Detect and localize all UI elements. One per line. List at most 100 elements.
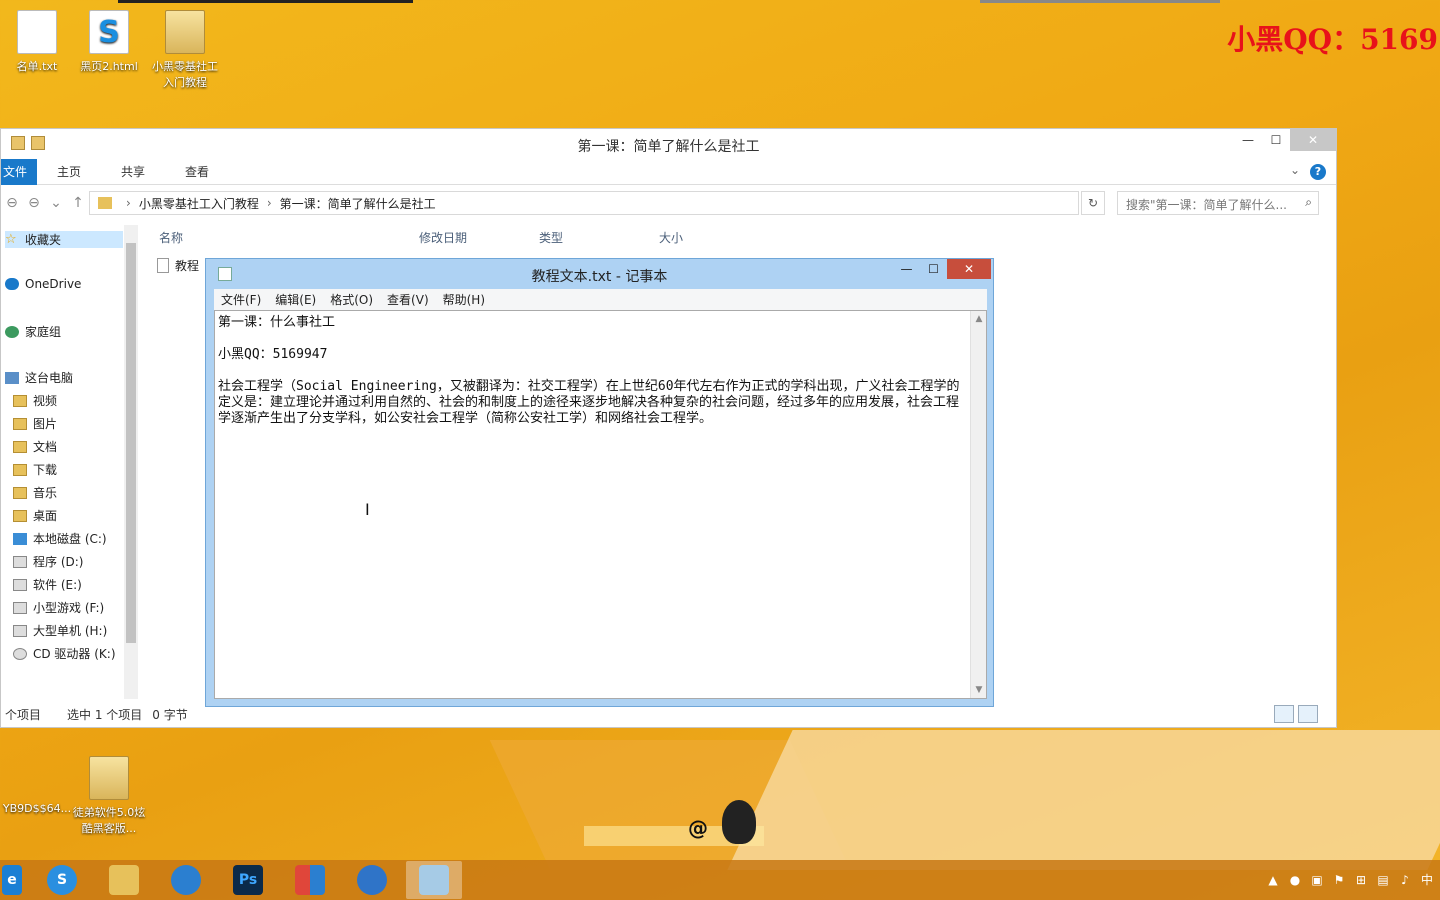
column-type[interactable]: 类型: [539, 229, 563, 246]
nav-onedrive[interactable]: OneDrive: [5, 277, 81, 291]
text-cursor-icon: I: [365, 500, 370, 519]
nav-favorites[interactable]: ☆ 收藏夹: [5, 231, 123, 248]
qq-browser-taskbar-button[interactable]: [158, 861, 214, 899]
nav-music[interactable]: 音乐: [13, 484, 57, 501]
volume-icon[interactable]: ♪: [1398, 873, 1412, 887]
nav-drive-d[interactable]: 程序 (D:): [13, 553, 83, 570]
tab-view[interactable]: 查看: [165, 163, 229, 180]
up-arrow-icon[interactable]: ↑: [67, 195, 89, 211]
notepad-titlebar[interactable]: 教程文本.txt - 记事本 — ☐ ✕: [206, 259, 993, 289]
nav-videos[interactable]: 视频: [13, 392, 57, 409]
windows-tray-icon[interactable]: ⊞: [1354, 873, 1368, 887]
ie-taskbar-button[interactable]: e: [0, 861, 24, 899]
nav-label: 音乐: [33, 486, 58, 500]
nav-drive-f[interactable]: 小型游戏 (F:): [13, 599, 104, 616]
selected-count: 选中 1 个项目: [67, 707, 143, 722]
breadcrumb-item[interactable]: 小黑零基社工入门教程: [139, 195, 259, 212]
folder-icon: [13, 394, 27, 407]
wallpaper-shape: [727, 730, 1440, 870]
notepad-taskbar-button[interactable]: [406, 861, 462, 899]
flag-tray-icon[interactable]: ⚑: [1332, 873, 1346, 887]
text-file-icon: [17, 10, 57, 54]
html-file-icon: S: [89, 10, 129, 54]
nav-documents[interactable]: 文档: [13, 438, 57, 455]
maximize-button[interactable]: ☐: [1262, 129, 1290, 151]
vertical-scrollbar[interactable]: ▲ ▼: [970, 311, 986, 698]
selected-size: 0 字节: [152, 707, 188, 722]
tab-share[interactable]: 共享: [101, 163, 165, 180]
refresh-icon[interactable]: ↻: [1081, 191, 1105, 215]
scrollbar-thumb[interactable]: [126, 243, 136, 643]
large-icons-view-icon[interactable]: [1298, 705, 1318, 723]
nav-label: 小型游戏 (F:): [33, 601, 105, 615]
recent-dropdown-icon[interactable]: ⌄: [45, 195, 67, 211]
menu-format[interactable]: 格式(O): [323, 291, 380, 308]
folder-icon: [13, 417, 27, 430]
menu-view[interactable]: 查看(V): [380, 291, 436, 308]
globe-taskbar-button[interactable]: [344, 861, 400, 899]
nav-drive-c[interactable]: 本地磁盘 (C:): [13, 530, 107, 547]
nav-downloads[interactable]: 下载: [13, 461, 57, 478]
desktop-icon-html[interactable]: S 黑页2.html: [72, 10, 146, 74]
nav-homegroup[interactable]: 家庭组: [5, 323, 61, 340]
nav-drive-h[interactable]: 大型单机 (H:): [13, 622, 107, 639]
desktop-icon-name-list[interactable]: 名单.txt: [0, 10, 74, 74]
text-file-icon: [157, 258, 169, 273]
nav-pictures[interactable]: 图片: [13, 415, 57, 432]
help-icon[interactable]: ?: [1310, 164, 1326, 180]
breadcrumb-item[interactable]: 第一课：简单了解什么是社工: [280, 195, 436, 212]
network-tray-icon[interactable]: ▤: [1376, 873, 1390, 887]
qq-tray-icon[interactable]: ●: [1288, 873, 1302, 887]
drive-icon: [13, 578, 27, 591]
notepad-text-area[interactable]: 第一课：什么事社工 小黑QQ：5169947 社会工程学（Social Engi…: [214, 310, 987, 699]
search-input[interactable]: 搜索"第一课：简单了解什么... ⌕: [1117, 191, 1319, 215]
column-name[interactable]: 名称: [159, 229, 183, 246]
address-bar[interactable]: › 小黑零基社工入门教程 › 第一课：简单了解什么是社工: [89, 191, 1079, 215]
desktop-icon-file[interactable]: YB9D$$64...: [0, 760, 74, 815]
chevron-down-icon[interactable]: ⌄: [1290, 163, 1300, 177]
drive-icon: [13, 624, 27, 637]
tray-expand-icon[interactable]: ▲: [1266, 873, 1280, 887]
minimize-button[interactable]: —: [893, 259, 920, 279]
tab-home[interactable]: 主页: [37, 163, 101, 180]
scroll-up-icon[interactable]: ▲: [971, 311, 987, 327]
nav-this-pc[interactable]: 这台电脑: [5, 369, 73, 386]
scroll-down-icon[interactable]: ▼: [971, 682, 987, 698]
details-view-icon[interactable]: [1274, 705, 1294, 723]
photoshop-icon: Ps: [233, 865, 263, 895]
menu-edit[interactable]: 编辑(E): [268, 291, 323, 308]
explorer-titlebar[interactable]: 第一课：简单了解什么是社工 — ☐ ✕: [1, 129, 1336, 159]
forward-icon[interactable]: ⊖: [23, 195, 45, 211]
back-icon[interactable]: ⊖: [1, 195, 23, 211]
ime-indicator[interactable]: 中: [1420, 871, 1434, 888]
view-switcher: [1274, 705, 1318, 723]
desktop-icon-software-folder[interactable]: 徒弟软件5.0炫酷黑客版...: [72, 756, 146, 836]
nav-drive-k[interactable]: CD 驱动器 (K:): [13, 645, 116, 662]
nav-desktop[interactable]: 桌面: [13, 507, 57, 524]
app-taskbar-button[interactable]: [282, 861, 338, 899]
screen-edge-bar: [118, 0, 413, 3]
photoshop-taskbar-button[interactable]: Ps: [220, 861, 276, 899]
close-button[interactable]: ✕: [1290, 129, 1336, 151]
notepad-icon: [419, 865, 449, 895]
minimize-button[interactable]: —: [1234, 129, 1262, 151]
column-modified[interactable]: 修改日期: [419, 229, 467, 246]
tab-file[interactable]: 文件: [1, 158, 38, 185]
file-list-item[interactable]: 教程: [157, 257, 199, 274]
desktop-icon-tutorial-folder[interactable]: 小黑零基社工入门教程: [148, 10, 222, 90]
explorer-taskbar-button[interactable]: [96, 861, 152, 899]
nav-drive-e[interactable]: 软件 (E:): [13, 576, 82, 593]
nav-label: CD 驱动器 (K:): [33, 647, 116, 661]
window-title: 第一课：简单了解什么是社工: [577, 139, 760, 155]
nav-label: 桌面: [33, 509, 58, 523]
sogou-taskbar-button[interactable]: S: [34, 861, 90, 899]
close-button[interactable]: ✕: [947, 259, 991, 279]
menu-help[interactable]: 帮助(H): [436, 291, 492, 308]
nav-scrollbar[interactable]: [124, 225, 138, 699]
nav-label: 软件 (E:): [33, 578, 82, 592]
column-size[interactable]: 大小: [659, 229, 683, 246]
menu-file[interactable]: 文件(F): [214, 291, 268, 308]
maximize-button[interactable]: ☐: [920, 259, 947, 279]
address-row: ⊖ ⊖ ⌄ ↑ › 小黑零基社工入门教程 › 第一课：简单了解什么是社工 ↻ 搜…: [1, 185, 1336, 221]
excel-tray-icon[interactable]: ▣: [1310, 873, 1324, 887]
